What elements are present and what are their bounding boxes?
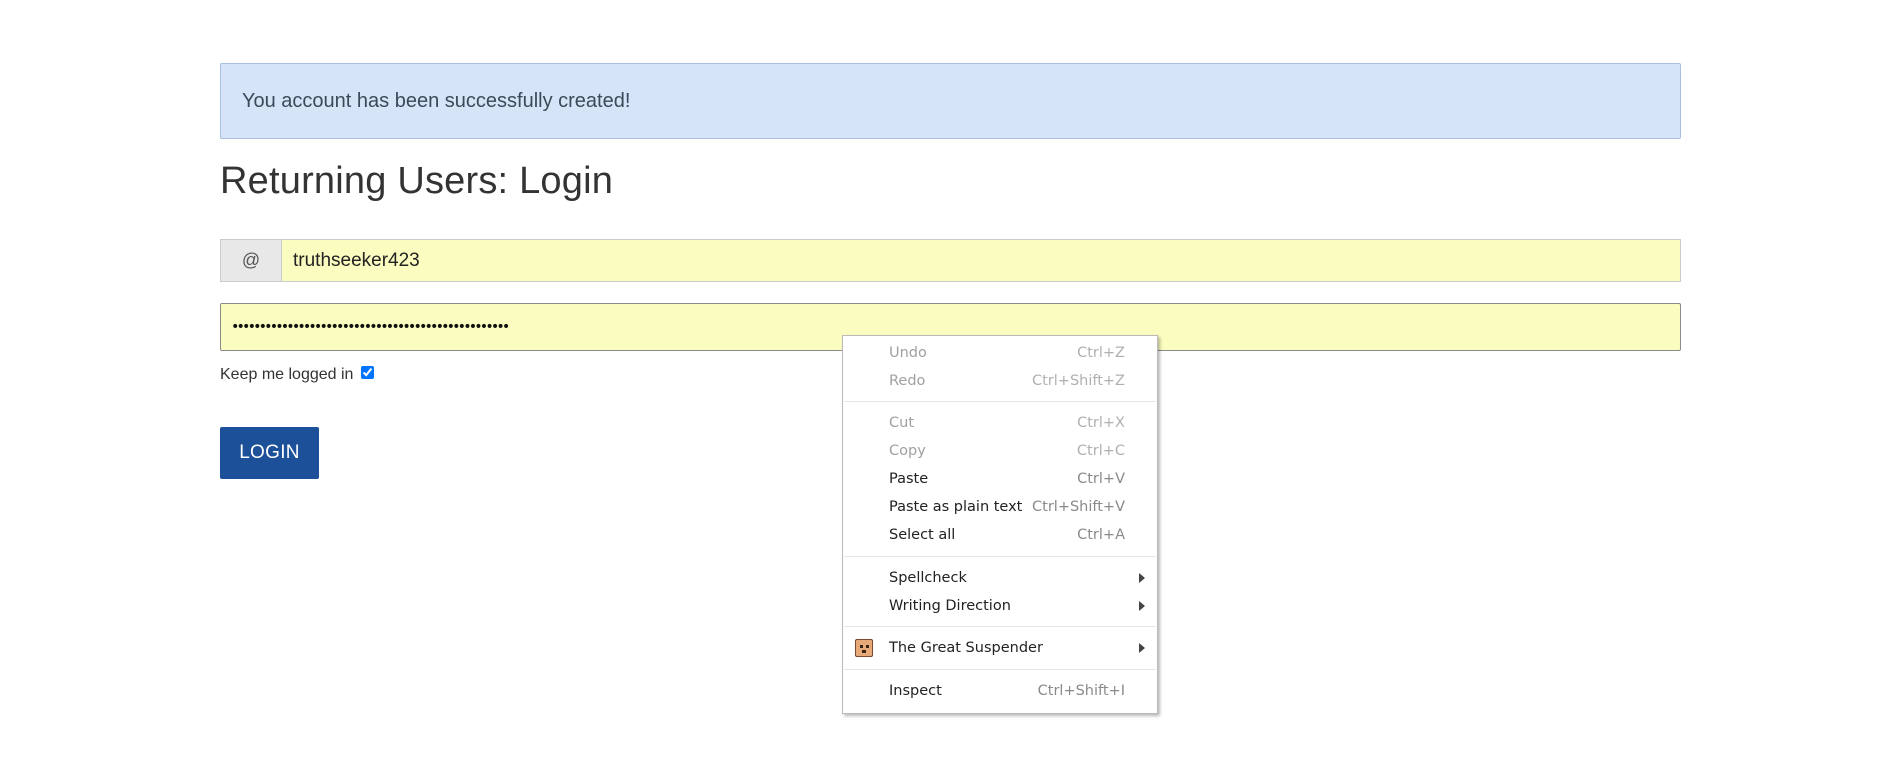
login-button[interactable]: LOGIN bbox=[220, 427, 319, 479]
login-page: You account has been successfully create… bbox=[0, 0, 1901, 769]
submenu-arrow-icon bbox=[1139, 601, 1145, 611]
menu-item-label: Inspect bbox=[889, 683, 942, 699]
menu-item-label: The Great Suspender bbox=[889, 640, 1043, 656]
menu-item-label: Cut bbox=[889, 415, 914, 431]
menu-item-shortcut: Ctrl+X bbox=[1077, 415, 1125, 431]
menu-item-writing-direction[interactable]: Writing Direction bbox=[843, 592, 1157, 620]
menu-item-inspect[interactable]: Inspect Ctrl+Shift+I bbox=[843, 677, 1157, 705]
menu-item-label: Paste as plain text bbox=[889, 499, 1023, 515]
menu-item-copy[interactable]: Copy Ctrl+C bbox=[843, 437, 1157, 465]
menu-item-shortcut: Ctrl+Shift+V bbox=[1032, 499, 1125, 515]
menu-item-great-suspender[interactable]: The Great Suspender bbox=[843, 634, 1157, 662]
success-alert: You account has been successfully create… bbox=[220, 63, 1681, 139]
keep-logged-in-label: Keep me logged in bbox=[220, 366, 354, 383]
menu-item-select-all[interactable]: Select all Ctrl+A bbox=[843, 521, 1157, 549]
menu-item-shortcut: Ctrl+C bbox=[1076, 443, 1125, 459]
context-menu: Undo Ctrl+Z Redo Ctrl+Shift+Z Cut Ctrl+X… bbox=[842, 335, 1158, 714]
menu-item-undo[interactable]: Undo Ctrl+Z bbox=[843, 339, 1157, 367]
at-sign-addon: @ bbox=[220, 239, 281, 282]
keep-logged-in-checkbox[interactable] bbox=[361, 365, 375, 379]
menu-item-label: Select all bbox=[889, 527, 956, 543]
great-suspender-icon bbox=[855, 639, 873, 657]
menu-separator bbox=[844, 669, 1156, 670]
page-title: Returning Users: Login bbox=[220, 160, 614, 202]
menu-separator bbox=[844, 401, 1156, 402]
keep-logged-in-row: Keep me logged in bbox=[220, 365, 375, 384]
submenu-arrow-icon bbox=[1139, 573, 1145, 583]
menu-item-label: Paste bbox=[889, 471, 929, 487]
menu-separator bbox=[844, 626, 1156, 627]
menu-item-label: Redo bbox=[889, 373, 926, 389]
menu-separator bbox=[844, 556, 1156, 557]
menu-item-shortcut: Ctrl+Shift+I bbox=[1037, 683, 1125, 699]
alert-message: You account has been successfully create… bbox=[242, 89, 631, 112]
menu-item-shortcut: Ctrl+V bbox=[1077, 471, 1125, 487]
username-input[interactable] bbox=[281, 239, 1681, 282]
username-input-group: @ bbox=[220, 239, 1681, 282]
menu-item-shortcut: Ctrl+A bbox=[1077, 527, 1125, 543]
menu-item-label: Copy bbox=[889, 443, 926, 459]
menu-item-spellcheck[interactable]: Spellcheck bbox=[843, 564, 1157, 592]
menu-item-shortcut: Ctrl+Z bbox=[1077, 345, 1125, 361]
menu-item-paste-plain-text[interactable]: Paste as plain text Ctrl+Shift+V bbox=[843, 493, 1157, 521]
menu-item-label: Spellcheck bbox=[889, 570, 967, 586]
menu-item-cut[interactable]: Cut Ctrl+X bbox=[843, 409, 1157, 437]
menu-item-label: Undo bbox=[889, 345, 927, 361]
menu-item-redo[interactable]: Redo Ctrl+Shift+Z bbox=[843, 367, 1157, 395]
menu-item-label: Writing Direction bbox=[889, 598, 1011, 614]
submenu-arrow-icon bbox=[1139, 643, 1145, 653]
menu-item-shortcut: Ctrl+Shift+Z bbox=[1032, 373, 1125, 389]
menu-item-paste[interactable]: Paste Ctrl+V bbox=[843, 465, 1157, 493]
